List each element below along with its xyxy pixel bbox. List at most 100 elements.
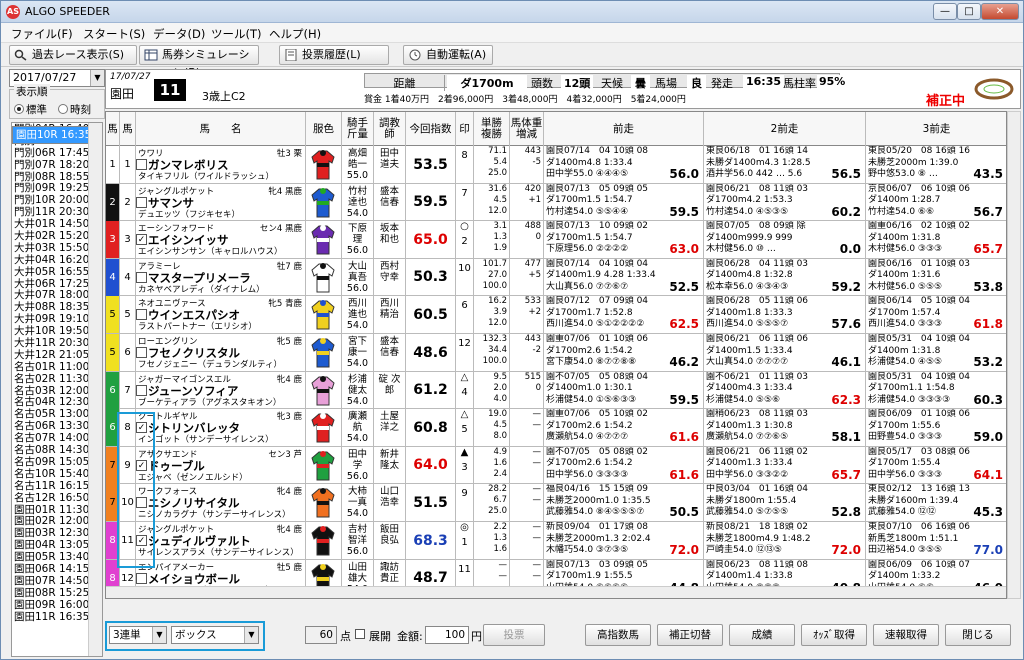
- body-weight: —: [532, 446, 542, 457]
- previous-race-cell: 福良04/16 15 15頭 09 未勝芝2000m1.0 1:35.5 武藤雅54…: [544, 484, 704, 522]
- prev-race-line: 園良07/14 04 10頭 04: [546, 258, 649, 269]
- odds-fetch-button[interactable]: ｵｯｽﾞ取得: [801, 624, 867, 646]
- prev-race-line: 園良06/23 08 11頭 08: [706, 559, 809, 570]
- correction-toggle-button[interactable]: 補正切替: [657, 624, 723, 646]
- high-index-button[interactable]: 高指数馬: [585, 624, 651, 646]
- auto-run-button[interactable]: 自動運転(A): [403, 45, 493, 65]
- weight-carried: 54.0: [346, 358, 369, 369]
- odds-cell: 28.2 6.7 25.0: [474, 484, 510, 522]
- table-row[interactable]: 6 7 ジャガーマイゴンスエル 牝4 鹿ジューンソフィア ブーケティアラ（アグネスタキオ…: [106, 371, 1006, 410]
- win-odds: 101.7: [482, 258, 507, 269]
- body-weight: 420: [524, 183, 541, 194]
- horse-name-cell: ジャングルポケット 牝4 黒鹿 サマンサ デュエッツ（フジキセキ）: [136, 183, 306, 221]
- table-row[interactable]: 5 6 ローエングリン 牝5 鹿フセノクリスタル フセノジェニー（デュランダルティ） 宮下…: [106, 334, 1006, 372]
- prev-race-line: 新良08/21 18 18頭 02: [706, 522, 809, 532]
- menu-file[interactable]: ファイル(F): [11, 26, 73, 42]
- vertical-scrollbar[interactable]: [1007, 111, 1021, 599]
- odds-cell: 19.0 4.5 8.0: [474, 409, 510, 447]
- mark-cell: △ 5: [456, 409, 474, 447]
- expand-checkbox[interactable]: [355, 629, 365, 639]
- table-row[interactable]: 7 10 ワークフォース 牝4 鹿ニシノリサイタル ニシノカラグナ（サンデーサイレンス）…: [106, 484, 1006, 522]
- popularity: 5: [461, 424, 468, 436]
- race-list[interactable]: 門別04R 16:40門別05R 17:10門別06R 17:45門別07R 1…: [11, 122, 103, 657]
- menu-tools[interactable]: ツール(T): [211, 26, 262, 42]
- popularity: 6: [461, 300, 468, 312]
- results-button[interactable]: 成績: [729, 624, 795, 646]
- frame-cell: 5: [106, 296, 120, 334]
- horse-checkbox[interactable]: ✓: [136, 234, 147, 246]
- clock-icon: [409, 49, 421, 61]
- race-list-scrollbar[interactable]: [88, 123, 102, 656]
- horse-checkbox[interactable]: ✓: [136, 535, 147, 546]
- dam-name: インゴット（サンデーサイレンス）: [138, 435, 274, 446]
- dam-name: タイキフリル（ワイルドラッシュ）: [138, 172, 275, 182]
- horse-checkbox[interactable]: [136, 196, 147, 208]
- past-races-button[interactable]: 過去レース表示(S): [9, 45, 137, 65]
- place-odds-high: 12.0: [488, 318, 507, 329]
- horse-checkbox[interactable]: ✓: [136, 422, 147, 434]
- trainer-cell: 新井 隆太: [374, 446, 406, 484]
- horse-name-cell: アサクサエンド セン3 芦 ✓ ドゥーブル エジャベ（ゼンノエルシド）: [136, 446, 306, 484]
- horizontal-scrollbar[interactable]: [106, 586, 1006, 598]
- mark-cell: ◎ 1: [456, 522, 474, 559]
- horse-checkbox[interactable]: [136, 497, 147, 509]
- prev-race-line: 園重06/16 02 10頭 02: [868, 221, 971, 232]
- table-row[interactable]: 6 8 クートルギヤル 牝3 鹿 ✓ シトリンバレッタ インゴット（サンデーサイレンス） 廣瀬…: [106, 409, 1006, 447]
- points-unit: 点: [340, 630, 351, 643]
- weight-carried: 54.0: [346, 207, 369, 219]
- minimize-button[interactable]: —: [933, 3, 957, 20]
- horse-name-cell: アラミーレ 牡7 鹿マスタープリメーラ カネヤベアレディ（ダイナレム）: [136, 258, 306, 296]
- previous-race-cell: 中良03/04 01 16頭 04 未勝ダ1800m 1:55.4 武藤雅54.0 …: [704, 484, 866, 522]
- horse-checkbox[interactable]: [136, 309, 147, 321]
- prev-race-index: 60.2: [831, 204, 861, 219]
- menu-data[interactable]: データ(D): [153, 26, 205, 42]
- body-weight-cell: — —: [510, 522, 544, 559]
- horse-checkbox[interactable]: ✓: [136, 459, 147, 471]
- prev-race-line: 園良06/21 06 11頭 02: [706, 446, 809, 457]
- horse-checkbox[interactable]: [136, 159, 147, 170]
- race-list-item[interactable]: 園田10R 16:35: [12, 126, 93, 144]
- race-info-bar: 距離 ダ1700m 頭数 12頭 天候 曇 馬場 良 発走 16:35 馬柱率 …: [364, 73, 848, 91]
- mark-cell: △ 4: [456, 371, 474, 409]
- index-cell: 53.5: [406, 146, 456, 183]
- horse-checkbox[interactable]: [136, 271, 147, 283]
- close-button[interactable]: ✕: [981, 3, 1019, 20]
- maximize-button[interactable]: □: [957, 3, 981, 20]
- table-row[interactable]: 3 3 エーシンフォワード セン4 黒鹿 ✓ エイシンイッサ エイシンサンサン（キャロルハウ…: [106, 221, 1006, 259]
- age-sex: 牝3 鹿: [276, 412, 302, 423]
- amount-input[interactable]: 100: [425, 626, 469, 644]
- previous-race-cell: 園不07/05 05 08頭 02 ダ1700m2.6 1:54.2 田中学56.0…: [544, 446, 704, 484]
- table-row[interactable]: 4 4 アラミーレ 牡7 鹿マスタープリメーラ カネヤベアレディ（ダイナレム） 大山 真吾…: [106, 258, 1006, 297]
- news-fetch-button[interactable]: 速報取得: [873, 624, 939, 646]
- vote-button[interactable]: 投票: [483, 624, 545, 646]
- table-row[interactable]: 7 9 アサクサエンド セン3 芦 ✓ ドゥーブル エジャベ（ゼンノエルシド） 田中 学 56.…: [106, 446, 1006, 485]
- horse-number-cell: 10: [120, 484, 136, 522]
- table-row[interactable]: 1 1 ウワリ 牡3 栗ガンマレボリス タイキフリル（ワイルドラッシュ） 高畑 皓一 55.…: [106, 146, 1006, 184]
- trainer-name: 碇 次郎: [378, 373, 401, 396]
- bet-mode-select[interactable]: ボックス ▼: [171, 626, 259, 644]
- close-dialog-button[interactable]: 閉じる: [945, 624, 1011, 646]
- frame-cell: 2: [106, 183, 120, 221]
- silks-cell: [306, 484, 342, 522]
- previous-race-cell: 園不07/05 05 08頭 04 ダ1400m1.0 1:30.1 杉浦健54.0…: [544, 371, 704, 409]
- horse-checkbox[interactable]: [136, 384, 147, 396]
- vote-history-button[interactable]: 投票履歴(L): [279, 45, 389, 65]
- prev-race-index: 59.2: [831, 279, 861, 294]
- table-row[interactable]: 2 2 ジャングルポケット 牝4 黒鹿 サマンサ デュエッツ（フジキセキ） 竹村 達也 54.…: [106, 183, 1006, 222]
- race-class: 3歳上C2: [202, 90, 246, 103]
- prev-race-line: 新良09/04 01 17頭 08: [546, 522, 649, 532]
- place-odds-high: 25.0: [488, 506, 507, 517]
- table-row[interactable]: 5 5 ネオユニヴァース 牝5 青鹿 ウインエスパシオ ラストパートナー（エリシオ） 西川 …: [106, 296, 1006, 334]
- prev-race-line: 園重07/06 05 10頭 02: [546, 409, 649, 420]
- table-row[interactable]: 8 11 ジャングルポケット 牝4 鹿 ✓ シュディルヴァルト サイレンスアラメ（サンデーサ…: [106, 522, 1006, 560]
- frame-cell: 7: [106, 446, 120, 484]
- horse-checkbox[interactable]: [136, 572, 147, 584]
- menu-start[interactable]: スタート(S): [83, 26, 145, 42]
- radio-time[interactable]: 時刻: [58, 102, 91, 117]
- bet-type-select[interactable]: 3連単 ▼: [109, 626, 167, 644]
- win-odds: 2.2: [493, 522, 507, 532]
- horse-checkbox[interactable]: [136, 347, 147, 358]
- bet-simulation-button[interactable]: 馬券シミュレーション(B): [139, 45, 259, 79]
- menu-help[interactable]: ヘルプ(H): [269, 26, 321, 42]
- radio-standard[interactable]: 標準: [14, 102, 47, 117]
